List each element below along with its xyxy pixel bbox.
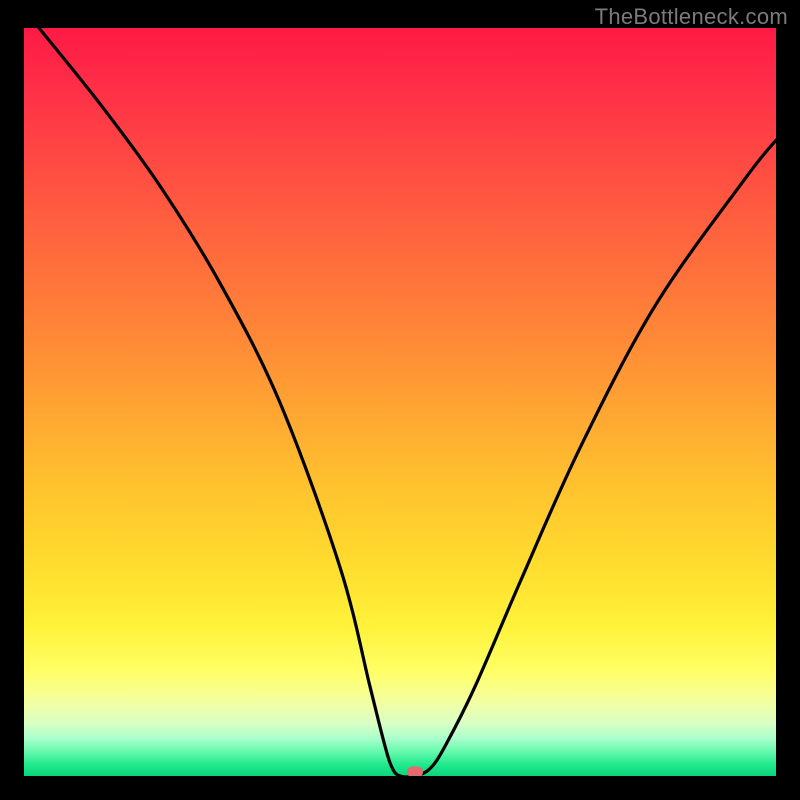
plot-area (24, 28, 776, 776)
optimal-point-marker (407, 767, 423, 777)
watermark-label: TheBottleneck.com (595, 4, 788, 30)
chart-frame: TheBottleneck.com (0, 0, 800, 800)
bottleneck-curve (24, 28, 776, 776)
curve-path (39, 28, 776, 776)
